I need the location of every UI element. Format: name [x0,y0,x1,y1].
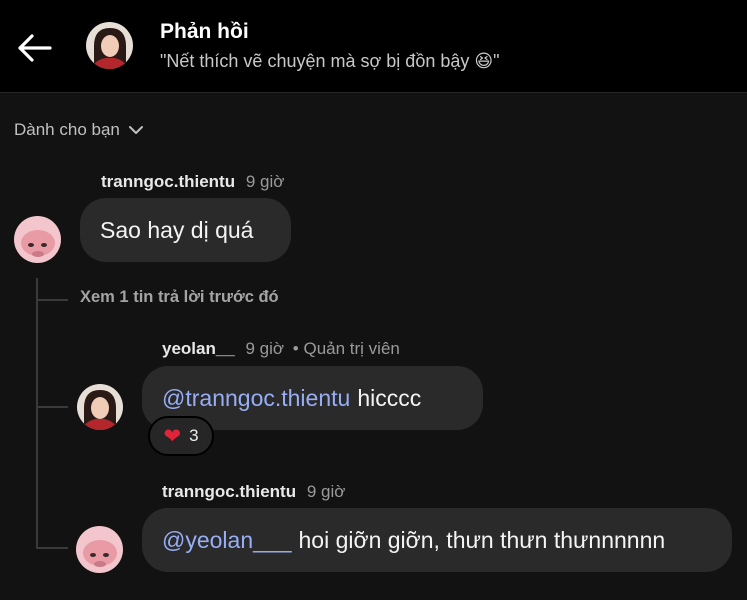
comment-meta: tranngoc.thientu 9 giờ [101,172,284,192]
comment-username[interactable]: tranngoc.thientu [101,172,235,191]
thread-line-branch [36,299,68,301]
header-bar: Phản hồi "Nết thích vẽ chuyện mà sợ bị đ… [0,0,747,93]
reply-bubble[interactable]: @yeolan___ hoi giỡn giỡn, thưn thưn thưn… [142,508,732,572]
thread-subtitle: "Nết thích vẽ chuyện mà sợ bị đồn bậy 😆" [160,51,500,71]
thread-line-branch [36,406,68,408]
user-mention-link[interactable]: @tranngoc.thientu [162,385,350,412]
reply-text: hicccc [357,384,422,411]
sort-label: Dành cho bạn [14,120,120,139]
reply-username[interactable]: yeolan__ [162,339,235,358]
reaction-count: 3 [189,426,199,445]
admin-role-badge: • Quản trị viên [292,339,400,358]
comment-text: Sao hay dị quá [100,216,254,243]
comment-time: 9 giờ [245,172,285,191]
thread-line-branch [36,547,68,549]
heart-icon: ❤ [163,424,182,448]
user-mention-link[interactable]: @yeolan___ [162,527,292,554]
chevron-down-icon [128,126,143,134]
arrow-left-icon [18,34,52,62]
replier-avatar[interactable] [76,526,123,573]
post-author-avatar[interactable] [86,22,133,69]
commenter-avatar[interactable] [14,216,61,263]
comment-bubble[interactable]: Sao hay dị quá [80,198,291,262]
page-title: Phản hồi [160,20,249,43]
reaction-badge[interactable]: ❤ 3 [148,416,214,456]
reply-text: hoi giỡn giỡn, thưn thưn thưnnnnnn [298,526,666,553]
sort-dropdown[interactable]: Dành cho bạn [14,120,144,140]
view-previous-replies-link[interactable]: Xem 1 tin trả lời trước đó [80,288,279,307]
reply-meta: tranngoc.thientu 9 giờ [162,482,345,502]
back-button[interactable] [14,28,54,68]
thread-line-vertical [36,278,38,548]
reply-time: 9 giờ [306,482,346,501]
reply-time: 9 giờ [245,339,285,358]
reply-meta: yeolan__ 9 giờ • Quản trị viên [162,339,400,359]
reply-username[interactable]: tranngoc.thientu [162,482,296,501]
replier-avatar[interactable] [77,384,123,430]
